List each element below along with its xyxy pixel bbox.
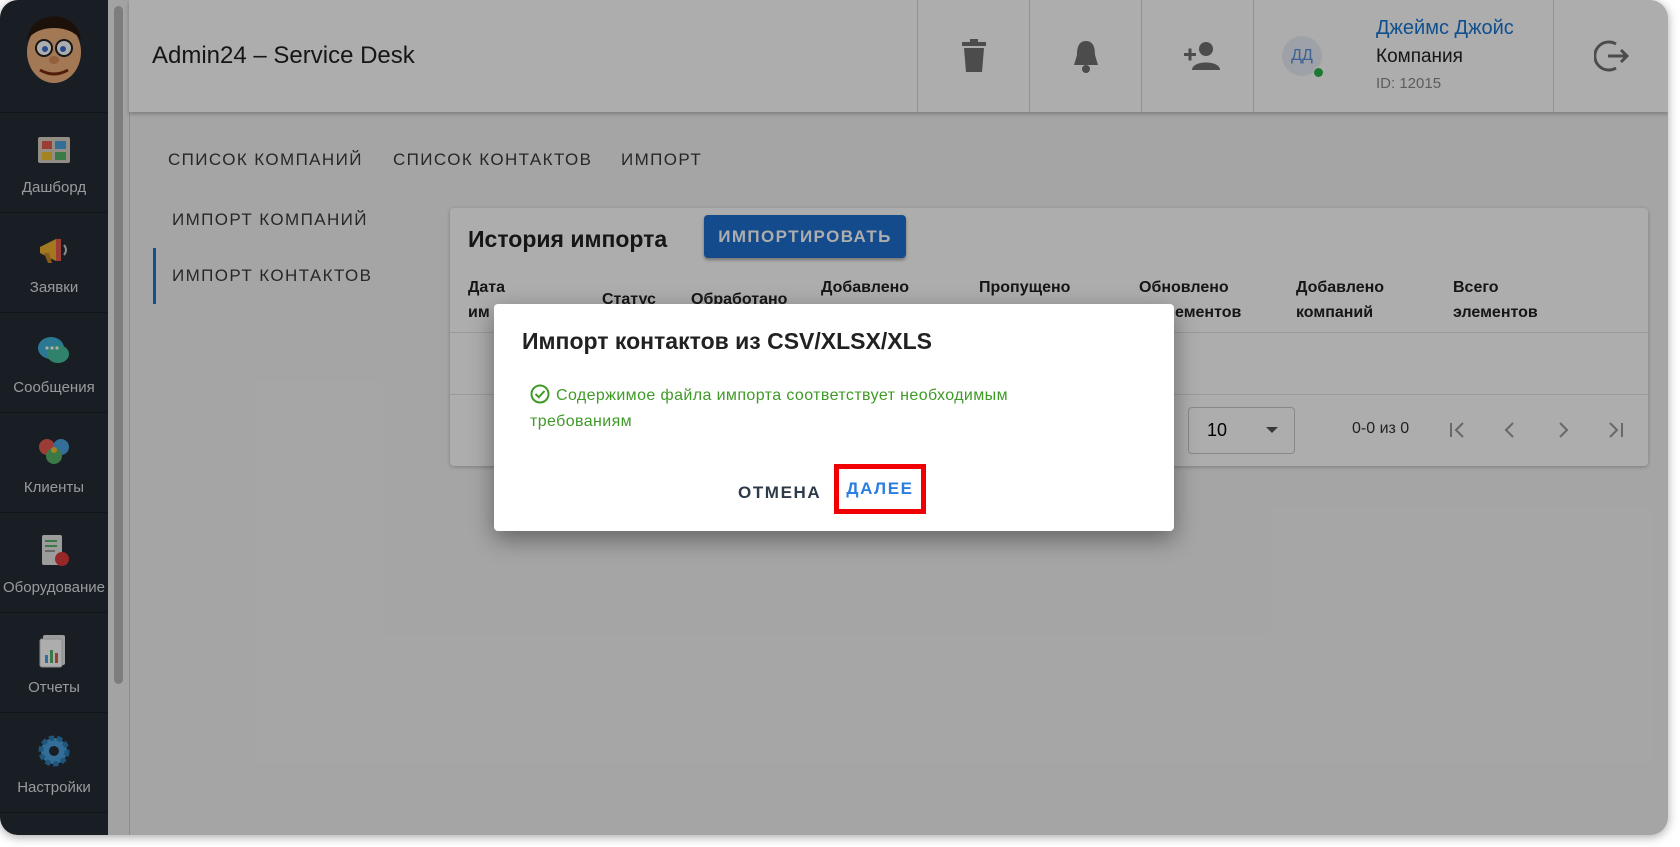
app-window: Дашборд Заявки Сообщения Клиенты Оборудо… [0,0,1668,835]
dialog-title: Импорт контактов из CSV/XLSX/XLS [522,328,932,354]
next-button[interactable]: ДАЛЕЕ [834,464,926,514]
cancel-button[interactable]: ОТМЕНА [738,483,821,503]
check-circle-icon [530,384,550,404]
import-dialog: Импорт контактов из CSV/XLSX/XLS Содержи… [494,304,1174,531]
validation-message: Содержимое файла импорта соответствует н… [530,383,1090,435]
